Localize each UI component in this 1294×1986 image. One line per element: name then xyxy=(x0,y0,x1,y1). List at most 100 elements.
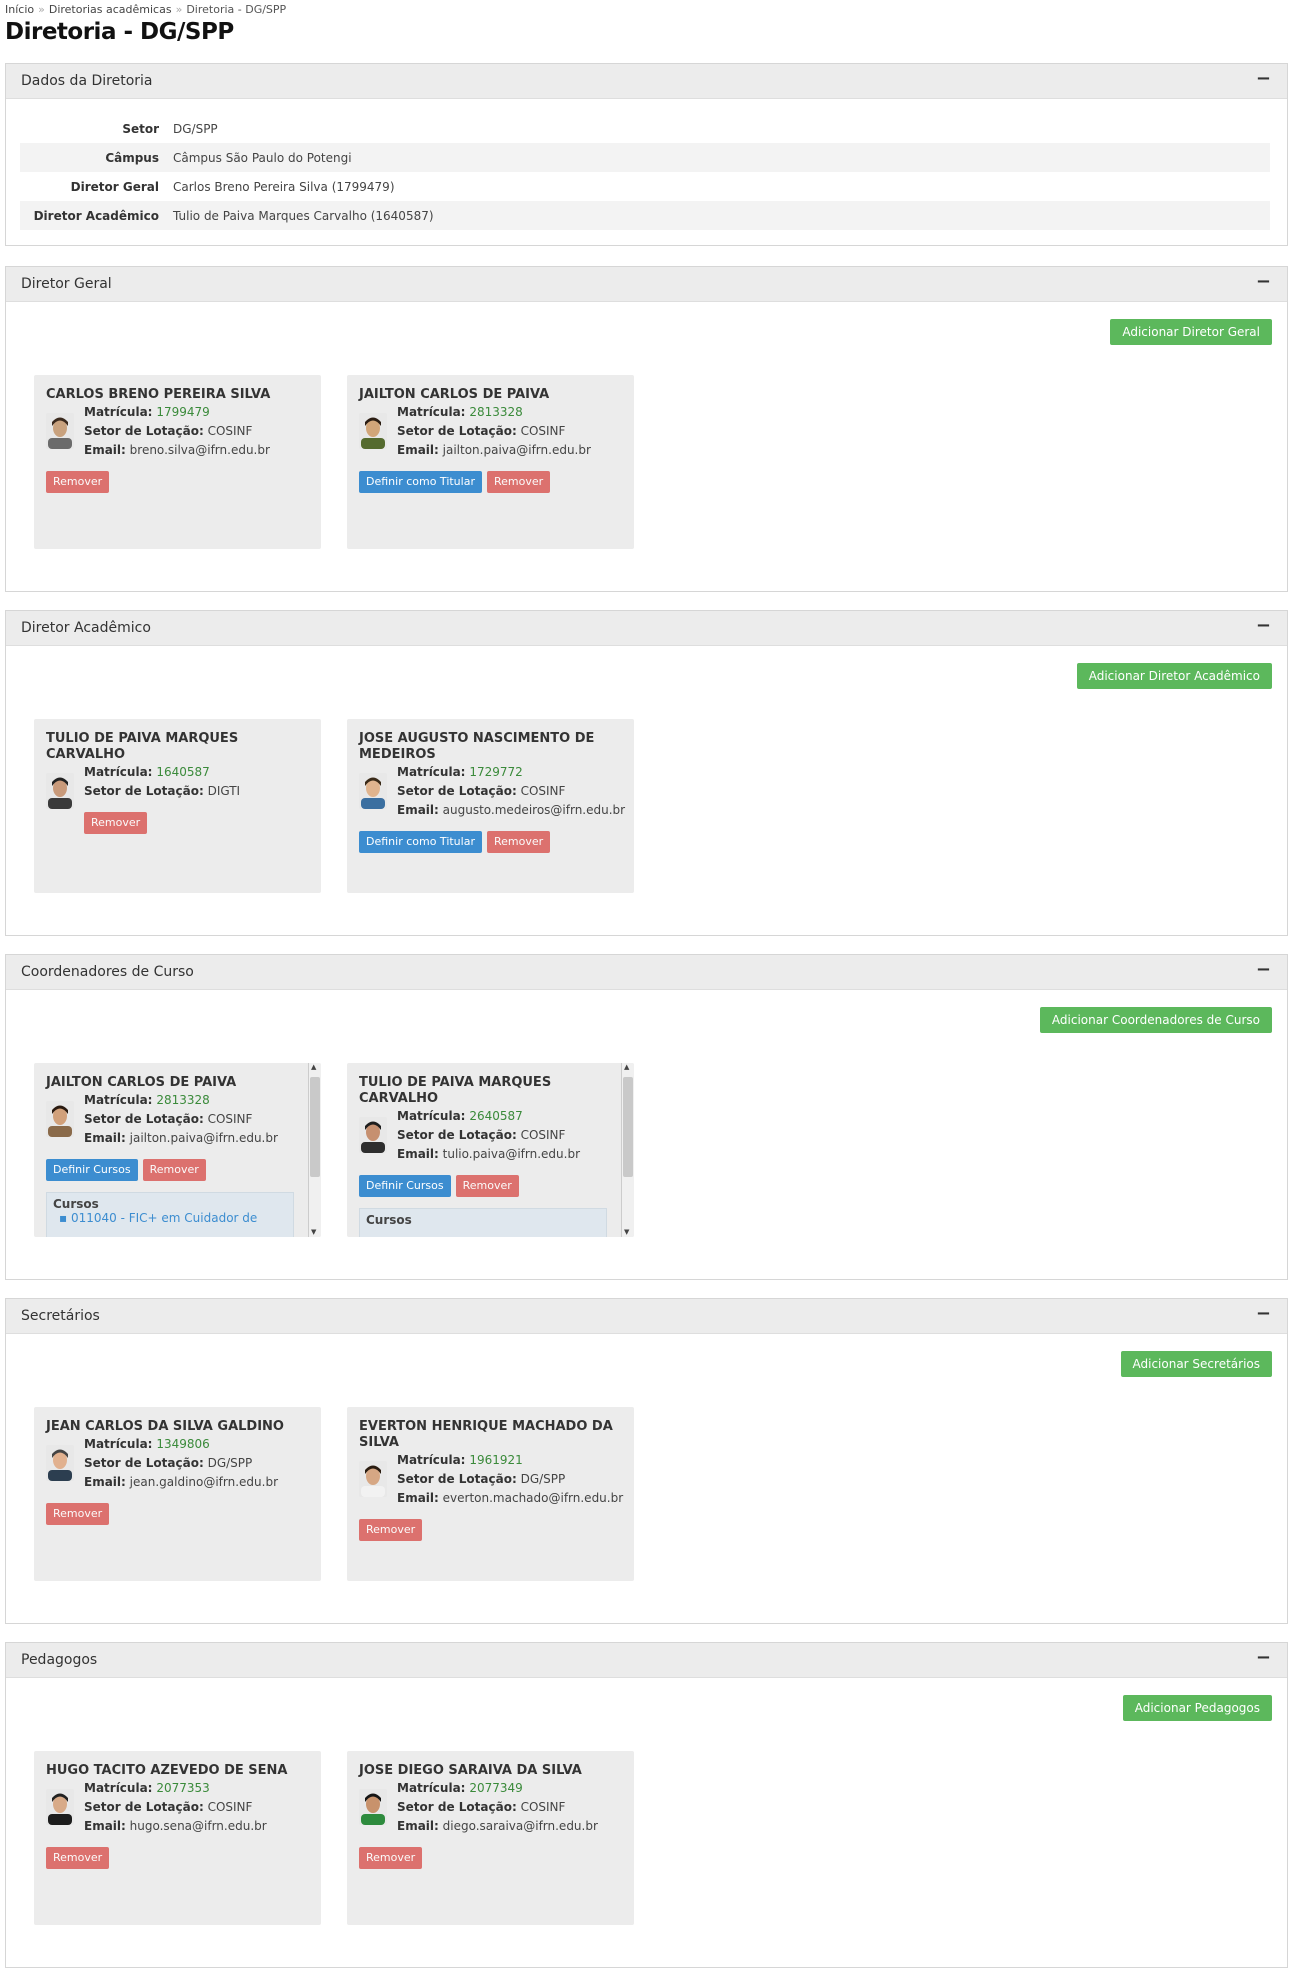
section-box: Diretor Acadêmico − Adicionar Diretor Acad… xyxy=(5,610,1288,936)
info-key: Câmpus xyxy=(105,150,159,165)
section-header[interactable]: Coordenadores de Curso − xyxy=(6,955,1287,990)
setor-value: COSINF xyxy=(520,784,566,798)
scroll-thumb[interactable] xyxy=(310,1077,320,1177)
cursos-list: Cursos ▪ 011040 - FIC+ em Cuidador de xyxy=(46,1192,294,1237)
remover-button[interactable]: Remover xyxy=(359,1847,423,1869)
add-button[interactable]: Adicionar Diretor Geral xyxy=(1110,319,1272,345)
matricula-value[interactable]: 2077349 xyxy=(469,1781,522,1795)
matricula-field: Matrícula: 2077353 xyxy=(84,1779,210,1798)
remover-button[interactable]: Remover xyxy=(486,831,551,853)
collapse-icon[interactable]: − xyxy=(1256,271,1271,292)
email-label: Email: xyxy=(397,443,439,457)
email-label: Email: xyxy=(84,1131,126,1145)
setor-value: COSINF xyxy=(520,424,566,438)
section-box: Secretários − Adicionar Secretários JEAN CA… xyxy=(5,1298,1288,1624)
definir-titular-button[interactable]: Definir como Titular xyxy=(359,471,482,493)
email-field: Email: jean.galdino@ifrn.edu.br xyxy=(84,1473,278,1492)
setor-label: Setor de Lotação: xyxy=(84,784,204,798)
scroll-down-icon[interactable]: ▼ xyxy=(311,1228,316,1236)
section-header[interactable]: Diretor Geral − xyxy=(6,267,1287,302)
avatar xyxy=(359,1789,387,1825)
setor-label: Setor de Lotação: xyxy=(397,1800,517,1814)
box-title: Dados da Diretoria xyxy=(21,73,153,89)
remover-button[interactable]: Remover xyxy=(142,1159,206,1181)
matricula-label: Matrícula: xyxy=(397,1109,466,1123)
setor-label: Setor de Lotação: xyxy=(397,784,517,798)
matricula-value[interactable]: 1349806 xyxy=(156,1437,209,1451)
collapse-icon[interactable]: − xyxy=(1256,615,1271,636)
avatar xyxy=(359,1117,387,1153)
dados-diretoria-header[interactable]: Dados da Diretoria − xyxy=(6,64,1287,99)
section-header[interactable]: Secretários − xyxy=(6,1299,1287,1334)
breadcrumb-diretorias[interactable]: Diretorias acadêmicas xyxy=(49,3,172,16)
card-scrollbar[interactable]: ▲ ▼ xyxy=(308,1063,321,1237)
person-card: JAILTON CARLOS DE PAIVA Matrícula: 281332… xyxy=(34,1063,321,1237)
section-header[interactable]: Diretor Acadêmico − xyxy=(6,611,1287,646)
card-actions: Remover xyxy=(46,1846,114,1869)
avatar xyxy=(46,773,74,809)
setor-value: COSINF xyxy=(207,1112,253,1126)
collapse-icon[interactable]: − xyxy=(1256,1303,1271,1324)
person-card: HUGO TACITO AZEVEDO DE SENA Matrícula: 20… xyxy=(34,1751,321,1925)
matricula-label: Matrícula: xyxy=(397,1781,466,1795)
matricula-value[interactable]: 1799479 xyxy=(156,405,209,419)
collapse-icon[interactable]: − xyxy=(1256,959,1271,980)
person-card: JEAN CARLOS DA SILVA GALDINO Matrícula: 1… xyxy=(34,1407,321,1581)
card-actions: Remover xyxy=(359,1846,427,1869)
scroll-up-icon[interactable]: ▲ xyxy=(624,1063,629,1071)
setor-value: COSINF xyxy=(520,1128,566,1142)
remover-button[interactable]: Remover xyxy=(46,1503,110,1525)
setor-field: Setor de Lotação: COSINF xyxy=(397,422,565,441)
person-name: CARLOS BRENO PEREIRA SILVA xyxy=(46,387,271,402)
section-title: Pedagogos xyxy=(21,1652,98,1668)
email-value: diego.saraiva@ifrn.edu.br xyxy=(442,1819,598,1833)
matricula-value[interactable]: 1729772 xyxy=(469,765,522,779)
breadcrumb-inicio[interactable]: Início xyxy=(5,3,34,16)
collapse-icon[interactable]: − xyxy=(1256,68,1271,89)
section-header[interactable]: Pedagogos − xyxy=(6,1643,1287,1678)
definir-cursos-button[interactable]: Definir Cursos xyxy=(46,1159,138,1181)
matricula-value[interactable]: 2813328 xyxy=(156,1093,209,1107)
matricula-value[interactable]: 1640587 xyxy=(156,765,209,779)
card-scrollbar[interactable]: ▲ ▼ xyxy=(621,1063,634,1237)
add-button[interactable]: Adicionar Diretor Acadêmico xyxy=(1076,663,1272,689)
add-button[interactable]: Adicionar Pedagogos xyxy=(1122,1695,1272,1721)
matricula-value[interactable]: 2077353 xyxy=(156,1781,209,1795)
matricula-value[interactable]: 2640587 xyxy=(469,1109,522,1123)
remover-button[interactable]: Remover xyxy=(46,1847,110,1869)
remover-button[interactable]: Remover xyxy=(359,1519,423,1541)
card-actions: Remover xyxy=(46,1502,114,1525)
setor-label: Setor de Lotação: xyxy=(84,1456,204,1470)
section-title: Diretor Geral xyxy=(21,276,112,292)
remover-button[interactable]: Remover xyxy=(46,471,110,493)
add-button[interactable]: Adicionar Coordenadores de Curso xyxy=(1039,1007,1272,1033)
scroll-thumb[interactable] xyxy=(623,1077,633,1177)
info-value: DG/SPP xyxy=(173,121,218,136)
setor-field: Setor de Lotação: COSINF xyxy=(397,1126,565,1145)
setor-field: Setor de Lotação: COSINF xyxy=(84,422,252,441)
avatar xyxy=(46,1789,74,1825)
matricula-label: Matrícula: xyxy=(397,1453,466,1467)
person-card: JOSE DIEGO SARAIVA DA SILVA Matrícula: 20… xyxy=(347,1751,634,1925)
definir-titular-button[interactable]: Definir como Titular xyxy=(359,831,482,853)
email-field: Email: hugo.sena@ifrn.edu.br xyxy=(84,1817,267,1836)
matricula-label: Matrícula: xyxy=(84,1437,153,1451)
remover-button[interactable]: Remover xyxy=(486,471,551,493)
card-actions: Remover xyxy=(46,470,114,493)
person-name: EVERTON HENRIQUE MACHADO DA SILVA xyxy=(359,1419,613,1450)
remover-button[interactable]: Remover xyxy=(84,812,148,834)
info-table: Setor DG/SPP Câmpus Câmpus São Paulo do … xyxy=(20,114,1270,230)
matricula-field: Matrícula: 2077349 xyxy=(397,1779,523,1798)
collapse-icon[interactable]: − xyxy=(1256,1647,1271,1668)
scroll-down-icon[interactable]: ▼ xyxy=(624,1228,629,1236)
matricula-value[interactable]: 1961921 xyxy=(469,1453,522,1467)
scroll-up-icon[interactable]: ▲ xyxy=(311,1063,316,1071)
card-actions: Definir como Titular Remover xyxy=(359,470,555,493)
curso-item[interactable]: ▪ 011040 - FIC+ em Cuidador de xyxy=(59,1211,287,1225)
definir-cursos-button[interactable]: Definir Cursos xyxy=(359,1175,451,1197)
add-button[interactable]: Adicionar Secretários xyxy=(1120,1351,1272,1377)
matricula-field: Matrícula: 2640587 xyxy=(397,1107,523,1126)
info-row-diretor-academico: Diretor Acadêmico Tulio de Paiva Marques… xyxy=(20,201,1270,230)
matricula-value[interactable]: 2813328 xyxy=(469,405,522,419)
remover-button[interactable]: Remover xyxy=(455,1175,519,1197)
